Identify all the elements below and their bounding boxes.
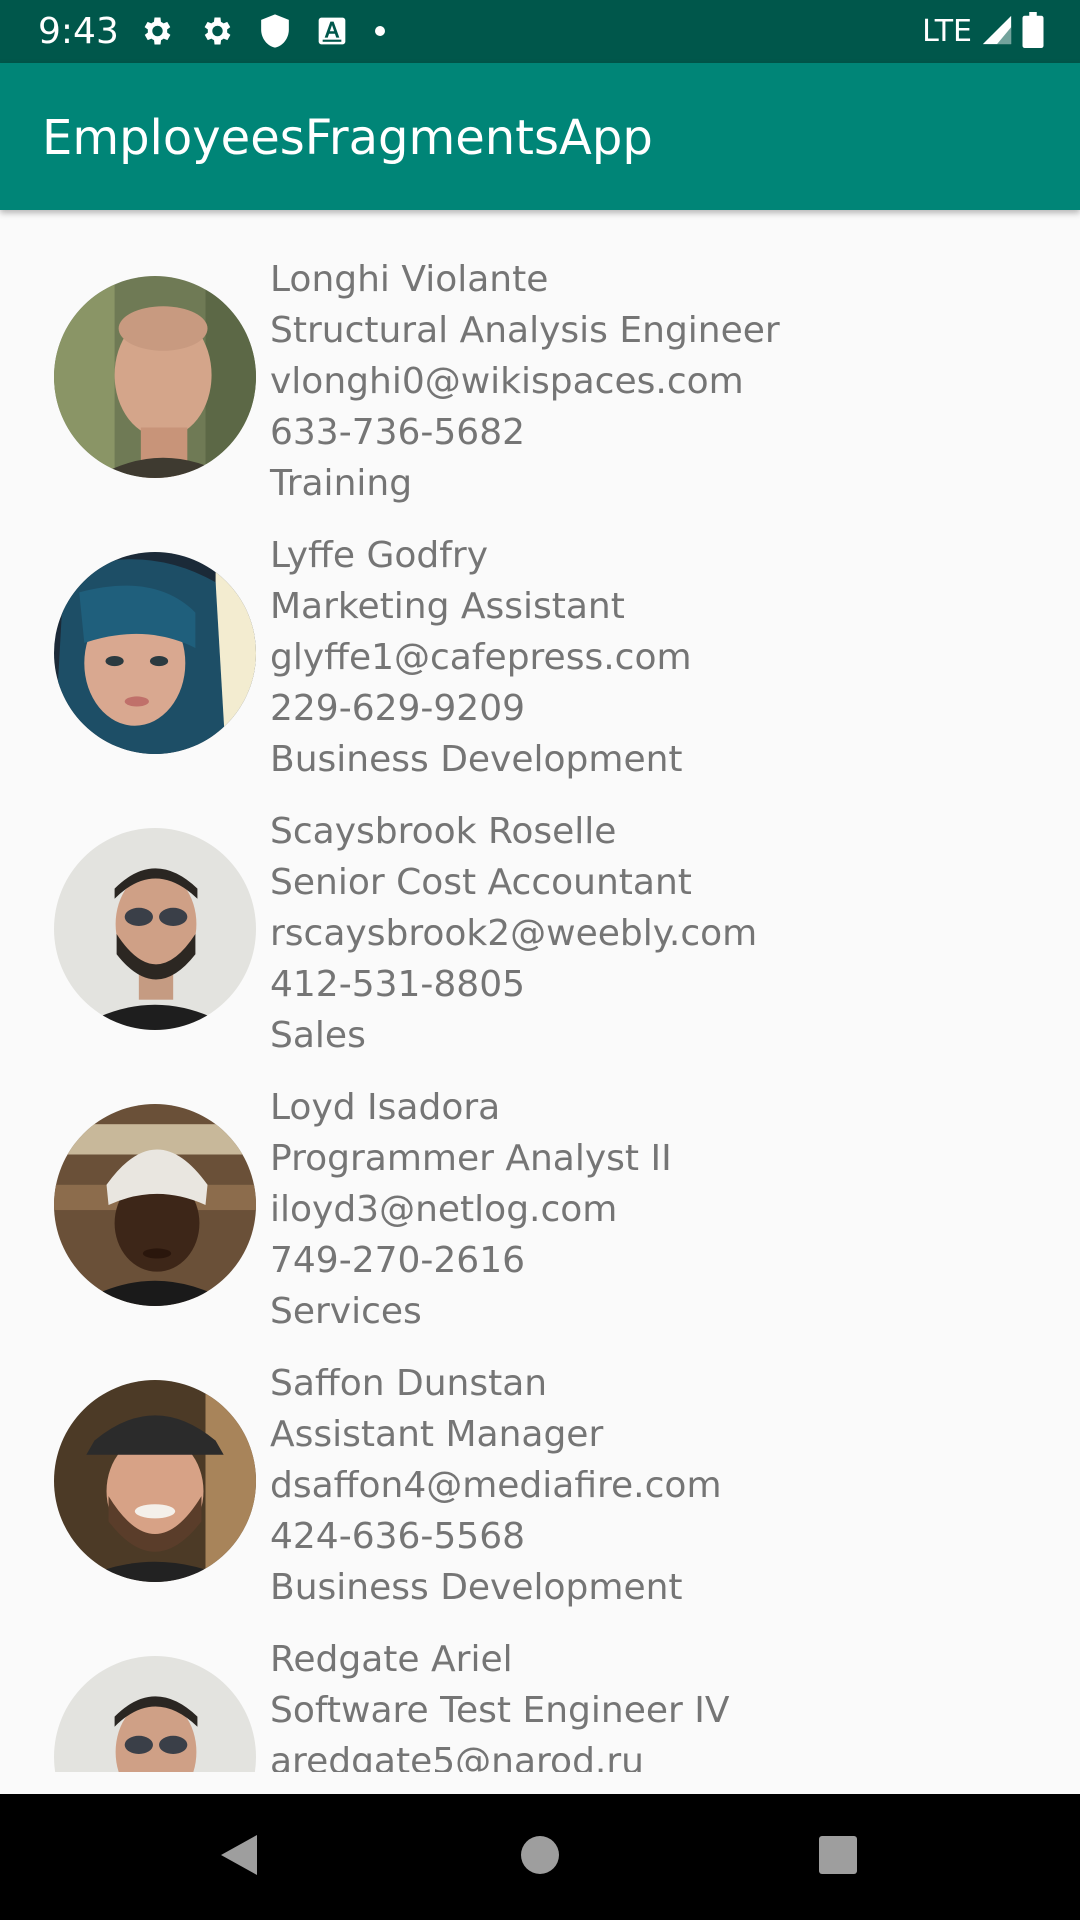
- gear-icon: [138, 13, 174, 49]
- employee-title: Software Test Engineer IV: [270, 1690, 730, 1731]
- employee-name: Redgate Ariel: [270, 1639, 513, 1680]
- employee-title: Senior Cost Accountant: [270, 862, 692, 903]
- employee-email: dsaffon4@mediafire.com: [270, 1465, 722, 1506]
- avatar: [54, 828, 256, 1030]
- status-bar: 9:43 LTE: [0, 0, 1080, 63]
- employee-row[interactable]: Saffon Dunstan Assistant Manager dsaffon…: [0, 1314, 1080, 1608]
- employee-email: rscaysbrook2@weebly.com: [270, 913, 758, 954]
- employee-info: Lyffe Godfry Marketing Assistant glyffe1…: [270, 530, 692, 785]
- employee-email: aredgate5@narod.ru: [270, 1741, 644, 1772]
- signal-icon: [980, 13, 1014, 51]
- shield-icon: [258, 13, 292, 49]
- employee-name: Saffon Dunstan: [270, 1363, 548, 1404]
- employee-row[interactable]: Longhi Violante Structural Analysis Engi…: [0, 210, 1080, 504]
- avatar: [54, 552, 256, 754]
- employee-row[interactable]: Loyd Isadora Programmer Analyst II iloyd…: [0, 1038, 1080, 1332]
- employee-name: Lyffe Godfry: [270, 535, 489, 576]
- back-button[interactable]: [202, 1820, 276, 1894]
- employee-info: Redgate Ariel Software Test Engineer IV …: [270, 1634, 730, 1772]
- employee-info: Loyd Isadora Programmer Analyst II iloyd…: [270, 1082, 672, 1337]
- system-icons: LTE: [922, 12, 1044, 52]
- dot-icon: [372, 23, 388, 39]
- employee-phone: 424-636-5568: [270, 1516, 526, 1557]
- battery-icon: [1022, 12, 1044, 52]
- employee-title: Marketing Assistant: [270, 586, 625, 627]
- home-button[interactable]: [503, 1820, 577, 1894]
- employee-email: vlonghi0@wikispaces.com: [270, 361, 744, 402]
- employee-title: Structural Analysis Engineer: [270, 310, 780, 351]
- employee-info: Scaysbrook Roselle Senior Cost Accountan…: [270, 806, 757, 1061]
- employee-phone: 633-736-5682: [270, 412, 526, 453]
- avatar: [54, 1104, 256, 1306]
- employee-phone: 412-531-8805: [270, 964, 526, 1005]
- home-icon: [520, 1835, 560, 1879]
- employee-title: Assistant Manager: [270, 1414, 604, 1455]
- back-icon: [217, 1831, 261, 1883]
- employee-email: glyffe1@cafepress.com: [270, 637, 692, 678]
- gear-icon: [198, 13, 234, 49]
- recents-icon: [818, 1835, 858, 1879]
- employee-phone: 749-270-2616: [270, 1240, 526, 1281]
- employee-title: Programmer Analyst II: [270, 1138, 672, 1179]
- status-time: 9:43: [38, 11, 119, 52]
- recents-button[interactable]: [801, 1820, 875, 1894]
- avatar: [54, 1656, 256, 1772]
- employee-info: Longhi Violante Structural Analysis Engi…: [270, 254, 780, 509]
- navigation-bar: [0, 1794, 1080, 1920]
- employee-list[interactable]: Longhi Violante Structural Analysis Engi…: [0, 210, 1080, 1772]
- text-a-icon: [316, 15, 348, 47]
- employee-row[interactable]: Scaysbrook Roselle Senior Cost Accountan…: [0, 762, 1080, 1056]
- app-title: EmployeesFragmentsApp: [42, 110, 653, 166]
- avatar: [54, 276, 256, 478]
- employee-name: Scaysbrook Roselle: [270, 811, 617, 852]
- employee-name: Longhi Violante: [270, 259, 549, 300]
- notification-icons: [138, 13, 388, 49]
- employee-row[interactable]: Lyffe Godfry Marketing Assistant glyffe1…: [0, 486, 1080, 780]
- network-type: LTE: [922, 14, 972, 49]
- employee-email: iloyd3@netlog.com: [270, 1189, 618, 1230]
- avatar: [54, 1380, 256, 1582]
- app-bar: EmployeesFragmentsApp: [0, 63, 1080, 210]
- employee-row[interactable]: Redgate Ariel Software Test Engineer IV …: [0, 1590, 1080, 1772]
- employee-name: Loyd Isadora: [270, 1087, 501, 1128]
- employee-phone: 229-629-9209: [270, 688, 526, 729]
- employee-info: Saffon Dunstan Assistant Manager dsaffon…: [270, 1358, 722, 1613]
